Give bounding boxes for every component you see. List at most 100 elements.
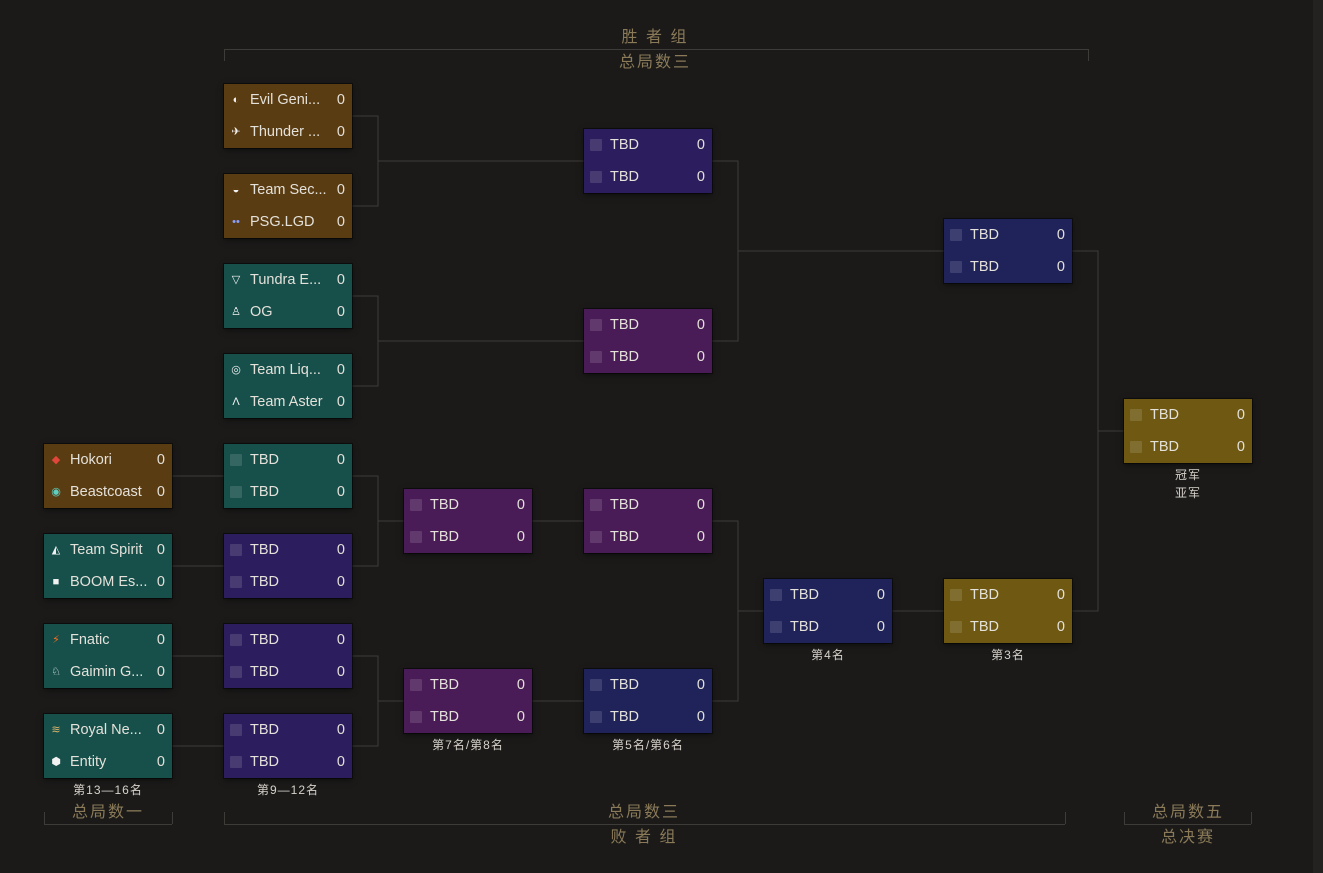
team-slot[interactable]: TBD 0 <box>224 534 352 566</box>
match-ub-r1-m1[interactable]: ◐ Evil Geni... 0 ✈ Thunder ... 0 <box>224 84 352 148</box>
team-slot[interactable]: TBD 0 <box>584 129 712 161</box>
match-lb-r1-m3[interactable]: ⚡ Fnatic 0 ♘ Gaimin G... 0 <box>44 624 172 688</box>
placeholder-icon <box>410 711 422 723</box>
team-name: Thunder ... <box>250 124 321 140</box>
team-slot[interactable]: •• PSG.LGD 0 <box>224 206 352 238</box>
team-slot[interactable]: TBD 0 <box>584 521 712 553</box>
team-slot[interactable]: TBD 0 <box>944 611 1072 643</box>
team-score: 0 <box>336 722 345 738</box>
team-slot[interactable]: ♘ Gaimin G... 0 <box>44 656 172 688</box>
team-slot[interactable]: TBD 0 <box>224 656 352 688</box>
match-lb-r2-m1[interactable]: TBD 0 TBD 0 <box>224 444 352 508</box>
team-name: TBD <box>250 452 279 468</box>
match-ub-final[interactable]: TBD 0 TBD 0 <box>944 219 1072 283</box>
placeholder-icon <box>590 499 602 511</box>
team-liquid-icon: ◎ <box>231 364 241 376</box>
match-grand-final[interactable]: TBD 0 TBD 0 <box>1124 399 1252 463</box>
match-lb-r2-m2[interactable]: TBD 0 TBD 0 <box>224 534 352 598</box>
team-slot[interactable]: ⚡ Fnatic 0 <box>44 624 172 656</box>
grand-final-rule-right <box>1251 812 1252 824</box>
match-lb-r3-m1[interactable]: TBD 0 TBD 0 <box>404 489 532 553</box>
match-ub-r2-m2[interactable]: TBD 0 TBD 0 <box>584 309 712 373</box>
match-lb-r4-m2[interactable]: TBD 0 TBD 0 <box>584 669 712 733</box>
team-score: 0 <box>336 214 345 230</box>
team-name: TBD <box>250 722 279 738</box>
team-slot[interactable]: ▽ Tundra E... 0 <box>224 264 352 296</box>
placeholder-icon <box>410 499 422 511</box>
scrollbar-track[interactable] <box>1313 0 1323 873</box>
match-ub-r2-m1[interactable]: TBD 0 TBD 0 <box>584 129 712 193</box>
team-aster-icon: Ʌ <box>232 396 240 408</box>
team-slot[interactable]: TBD 0 <box>224 624 352 656</box>
gaimin-gladiators-icon: ♘ <box>51 666 61 678</box>
placeholder-icon <box>230 634 242 646</box>
match-lb-final[interactable]: TBD 0 TBD 0 <box>944 579 1072 643</box>
evil-geniuses-icon: ◐ <box>232 94 240 106</box>
match-lb-r2-m4[interactable]: TBD 0 TBD 0 <box>224 714 352 778</box>
match-lb-r1-m4[interactable]: ≋ Royal Ne... 0 ⬢ Entity 0 <box>44 714 172 778</box>
team-slot[interactable]: TBD 0 <box>764 611 892 643</box>
team-score: 0 <box>696 529 705 545</box>
match-lb-r1-m1[interactable]: ◆ Hokori 0 ◉ Beastcoast 0 <box>44 444 172 508</box>
team-name: TBD <box>430 677 459 693</box>
team-slot[interactable]: TBD 0 <box>1124 431 1252 463</box>
team-score: 0 <box>696 497 705 513</box>
connector-ub-final-lb-final <box>1072 250 1099 612</box>
team-slot[interactable]: TBD 0 <box>224 746 352 778</box>
team-slot[interactable]: TBD 0 <box>584 489 712 521</box>
team-slot[interactable]: TBD 0 <box>404 521 532 553</box>
lb-r1-rule-left <box>44 812 45 824</box>
team-slot[interactable]: ⬢ Entity 0 <box>44 746 172 778</box>
team-slot[interactable]: TBD 0 <box>584 161 712 193</box>
team-slot[interactable]: ♙ OG 0 <box>224 296 352 328</box>
team-slot[interactable]: TBD 0 <box>404 669 532 701</box>
match-lb-r4-m1[interactable]: TBD 0 TBD 0 <box>584 489 712 553</box>
bracket-stage: 胜 者 组 总局数三 ◐ Evil Geni... 0 ✈ Thunder ... 0 ◒… <box>0 0 1323 873</box>
team-name: OG <box>250 304 273 320</box>
placeholder-icon <box>950 261 962 273</box>
team-slot[interactable]: TBD 0 <box>944 579 1072 611</box>
team-slot[interactable]: TBD 0 <box>224 714 352 746</box>
connector-ub-r1-m1-ub-r1-m2 <box>352 115 379 207</box>
team-slot[interactable]: ◎ Team Liq... 0 <box>224 354 352 386</box>
team-slot[interactable]: TBD 0 <box>584 309 712 341</box>
team-slot[interactable]: TBD 0 <box>224 476 352 508</box>
team-slot[interactable]: ◉ Beastcoast 0 <box>44 476 172 508</box>
team-slot[interactable]: ■ BOOM Es... 0 <box>44 566 172 598</box>
team-name: TBD <box>790 619 819 635</box>
match-lb-r3-m2[interactable]: TBD 0 TBD 0 <box>404 669 532 733</box>
team-score: 0 <box>336 632 345 648</box>
team-name: Gaimin G... <box>70 664 144 680</box>
team-slot[interactable]: TBD 0 <box>584 341 712 373</box>
team-slot[interactable]: TBD 0 <box>944 219 1072 251</box>
team-slot[interactable]: ◒ Team Sec... 0 <box>224 174 352 206</box>
grand-final-bo: 总局数五 <box>1151 804 1224 821</box>
team-slot[interactable]: ≋ Royal Ne... 0 <box>44 714 172 746</box>
lb-r1-bo: 总局数一 <box>71 804 144 821</box>
team-slot[interactable]: Ʌ Team Aster 0 <box>224 386 352 418</box>
team-slot[interactable]: ◐ Evil Geni... 0 <box>224 84 352 116</box>
team-slot[interactable]: ✈ Thunder ... 0 <box>224 116 352 148</box>
match-ub-r1-m2[interactable]: ◒ Team Sec... 0 •• PSG.LGD 0 <box>224 174 352 238</box>
match-lb-r1-m2[interactable]: ◭ Team Spirit 0 ■ BOOM Es... 0 <box>44 534 172 598</box>
team-slot[interactable]: TBD 0 <box>404 489 532 521</box>
team-slot[interactable]: TBD 0 <box>584 669 712 701</box>
team-slot[interactable]: ◆ Hokori 0 <box>44 444 172 476</box>
match-ub-r1-m4[interactable]: ◎ Team Liq... 0 Ʌ Team Aster 0 <box>224 354 352 418</box>
team-name: TBD <box>430 497 459 513</box>
match-ub-r1-m3[interactable]: ▽ Tundra E... 0 ♙ OG 0 <box>224 264 352 328</box>
team-slot[interactable]: TBD 0 <box>584 701 712 733</box>
team-slot[interactable]: TBD 0 <box>404 701 532 733</box>
match-lb-r5[interactable]: TBD 0 TBD 0 <box>764 579 892 643</box>
team-score: 0 <box>156 484 165 500</box>
team-slot[interactable]: ◭ Team Spirit 0 <box>44 534 172 566</box>
match-lb-r2-m3[interactable]: TBD 0 TBD 0 <box>224 624 352 688</box>
team-slot[interactable]: TBD 0 <box>944 251 1072 283</box>
team-score: 0 <box>336 484 345 500</box>
team-slot[interactable]: TBD 0 <box>1124 399 1252 431</box>
placement-7-8: 第7名/第8名 <box>432 738 504 752</box>
team-slot[interactable]: TBD 0 <box>764 579 892 611</box>
team-slot[interactable]: TBD 0 <box>224 566 352 598</box>
team-name: TBD <box>970 587 999 603</box>
team-slot[interactable]: TBD 0 <box>224 444 352 476</box>
